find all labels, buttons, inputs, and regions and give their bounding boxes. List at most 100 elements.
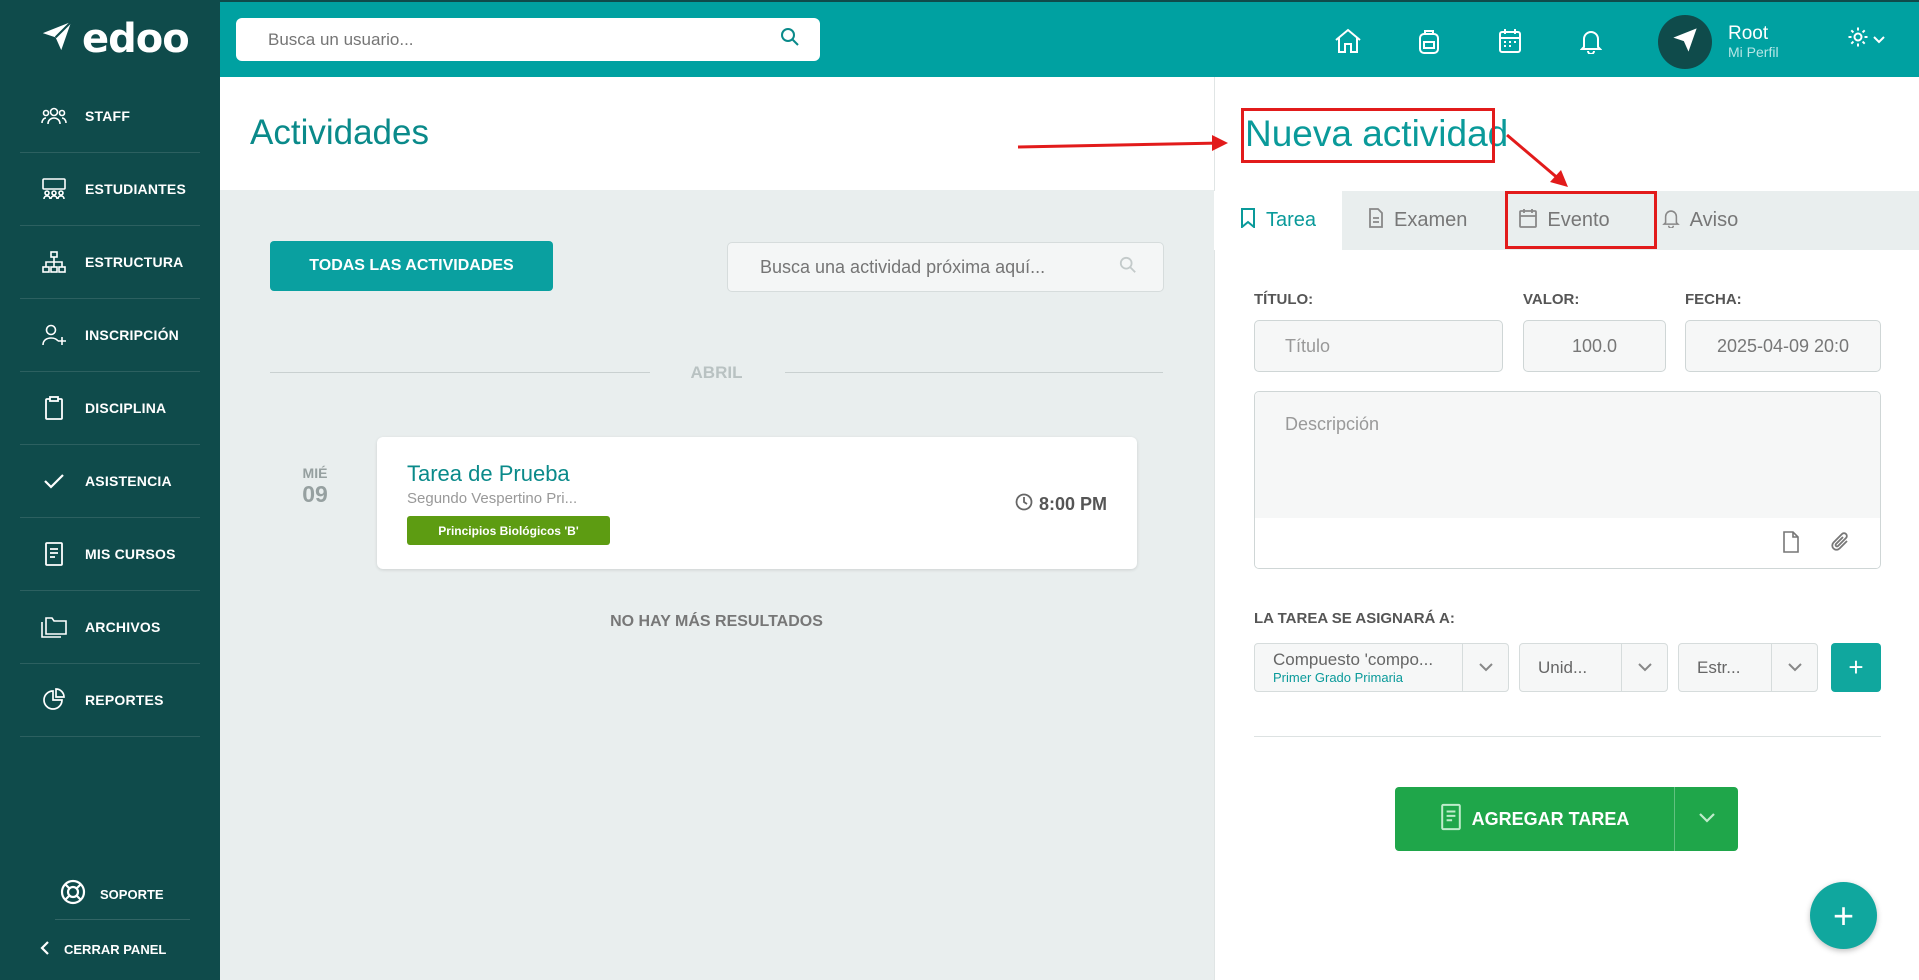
- sidebar-item-asistencia[interactable]: ASISTENCIA: [20, 445, 200, 518]
- value-field[interactable]: 100.0: [1523, 320, 1666, 372]
- sidebar-item-label: REPORTES: [85, 692, 164, 708]
- activity-title[interactable]: Tarea de Prueba: [407, 461, 570, 487]
- sidebar-item-label: INSCRIPCIÓN: [85, 327, 179, 343]
- date-field[interactable]: 2025-04-09 20:0: [1685, 320, 1881, 372]
- paperclip-icon[interactable]: [1830, 531, 1850, 558]
- tab-examen[interactable]: Examen: [1342, 191, 1493, 250]
- activity-subtitle: Segundo Vespertino Pri...: [407, 490, 578, 507]
- book-icon: [1440, 803, 1462, 836]
- sidebar-item-mis-cursos[interactable]: MIS CURSOS: [20, 518, 200, 591]
- course-select-value: Compuesto 'compo... Primer Grado Primari…: [1255, 644, 1462, 691]
- structure-select[interactable]: Estr...: [1678, 643, 1818, 692]
- add-task-button[interactable]: AGREGAR TAREA: [1395, 787, 1738, 851]
- sidebar-item-disciplina[interactable]: DISCIPLINA: [20, 372, 200, 445]
- course-select[interactable]: Compuesto 'compo... Primer Grado Primari…: [1254, 643, 1509, 692]
- highlight-box-evento: [1505, 191, 1657, 249]
- settings-menu[interactable]: [1847, 26, 1885, 53]
- close-panel-label: CERRAR PANEL: [64, 942, 167, 957]
- user-name: Root: [1728, 23, 1769, 44]
- tab-label: Examen: [1394, 209, 1468, 231]
- top-bar: Root Mi Perfil: [220, 0, 1919, 77]
- time-label: 8:00 PM: [1038, 494, 1107, 514]
- activity-search: [727, 242, 1164, 292]
- sidebar-item-archivos[interactable]: ARCHIVOS: [20, 591, 200, 664]
- chevron-down-icon: [1621, 644, 1667, 691]
- unit-select-value: Unid...: [1538, 657, 1588, 677]
- bell-icon[interactable]: [1573, 23, 1609, 59]
- sidebar-nav: STAFF ESTUDIANTES ESTRUCTURA INSCRIPCIÓN…: [0, 80, 220, 737]
- sidebar-item-staff[interactable]: STAFF: [20, 80, 200, 153]
- title-label: TÍTULO:: [1254, 291, 1314, 308]
- support-label: SOPORTE: [100, 887, 164, 902]
- day-number: 09: [302, 481, 328, 507]
- tab-label: Aviso: [1689, 209, 1739, 231]
- calendar-icon[interactable]: [1492, 23, 1528, 59]
- tab-tarea[interactable]: Tarea: [1214, 191, 1343, 250]
- floating-add-button[interactable]: +: [1810, 882, 1877, 949]
- document-icon: [1368, 207, 1384, 234]
- logo[interactable]: edoo: [0, 0, 220, 77]
- sidebar: edoo STAFF ESTUDIANTES ESTRUCTURA INSCRI…: [0, 0, 220, 980]
- divider: [1254, 736, 1881, 737]
- sidebar-item-inscripcion[interactable]: INSCRIPCIÓN: [20, 299, 200, 372]
- search-icon[interactable]: [780, 27, 800, 52]
- sidebar-item-reportes[interactable]: REPORTES: [20, 664, 200, 737]
- sidebar-item-label: MIS CURSOS: [85, 546, 176, 562]
- highlight-box-title: [1241, 108, 1495, 163]
- sidebar-item-estudiantes[interactable]: ESTUDIANTES: [20, 153, 200, 226]
- description-box: Descripción: [1254, 391, 1881, 569]
- title-field[interactable]: Título: [1254, 320, 1503, 372]
- backpack-icon[interactable]: [1411, 23, 1447, 59]
- profile-menu[interactable]: Root Mi Perfil: [1658, 15, 1779, 69]
- bookmark-icon: [1240, 207, 1256, 234]
- home-icon[interactable]: [1330, 23, 1366, 59]
- description-field[interactable]: Descripción: [1255, 392, 1880, 518]
- unit-select[interactable]: Unid...: [1519, 643, 1668, 692]
- folders-icon: [41, 614, 67, 640]
- activity-date: MIÉ 09: [290, 465, 340, 508]
- page-title: Actividades: [250, 113, 429, 152]
- activity-time: 8:00 PM: [1015, 493, 1107, 516]
- course-select-text: Compuesto 'compo...: [1273, 650, 1434, 669]
- no-more-results: NO HAY MÁS RESULTADOS: [610, 613, 823, 630]
- file-icon[interactable]: [1782, 530, 1800, 558]
- support-link[interactable]: SOPORTE: [55, 870, 190, 920]
- chevron-down-icon: [1698, 810, 1715, 828]
- close-panel-link[interactable]: CERRAR PANEL: [40, 940, 166, 959]
- add-task-main[interactable]: AGREGAR TAREA: [1395, 787, 1674, 851]
- top-icons: [1330, 2, 1609, 79]
- description-toolbar: [1255, 518, 1880, 568]
- clock-icon: [1015, 493, 1033, 516]
- main-header: Actividades: [220, 77, 1214, 190]
- avatar: [1658, 15, 1712, 69]
- assign-label: LA TAREA SE ASIGNARÁ A:: [1254, 610, 1455, 627]
- enroll-icon: [41, 322, 67, 348]
- activity-card[interactable]: Tarea de Prueba Segundo Vespertino Pri..…: [377, 437, 1137, 569]
- user-profile-link[interactable]: Mi Perfil: [1728, 44, 1779, 60]
- search-icon[interactable]: [1119, 256, 1137, 279]
- sidebar-item-label: ASISTENCIA: [85, 473, 172, 489]
- sidebar-item-label: ESTRUCTURA: [85, 254, 184, 270]
- book-icon: [41, 541, 67, 567]
- sidebar-item-estructura[interactable]: ESTRUCTURA: [20, 226, 200, 299]
- paper-plane-icon: [40, 19, 74, 58]
- activity-search-input[interactable]: [760, 256, 1119, 278]
- tab-label: Tarea: [1266, 209, 1317, 231]
- structure-icon: [41, 249, 67, 275]
- chevron-left-icon: [40, 940, 50, 959]
- user-search-input[interactable]: [268, 29, 780, 50]
- gear-icon: [1847, 26, 1869, 53]
- chevron-down-icon: [1462, 644, 1508, 691]
- course-tag: Principios Biológicos 'B': [407, 516, 610, 545]
- sidebar-item-label: ESTUDIANTES: [85, 181, 186, 197]
- clipboard-icon: [41, 395, 67, 421]
- sidebar-item-label: DISCIPLINA: [85, 400, 167, 416]
- add-assignee-button[interactable]: +: [1831, 643, 1881, 692]
- students-icon: [41, 176, 67, 202]
- add-task-dropdown[interactable]: [1674, 787, 1738, 851]
- month-divider: ABRIL: [270, 362, 1163, 382]
- add-task-label: AGREGAR TAREA: [1471, 808, 1630, 829]
- date-label: FECHA:: [1685, 291, 1742, 308]
- all-activities-button[interactable]: TODAS LAS ACTIVIDADES: [270, 241, 553, 291]
- logo-text: edoo: [82, 15, 190, 62]
